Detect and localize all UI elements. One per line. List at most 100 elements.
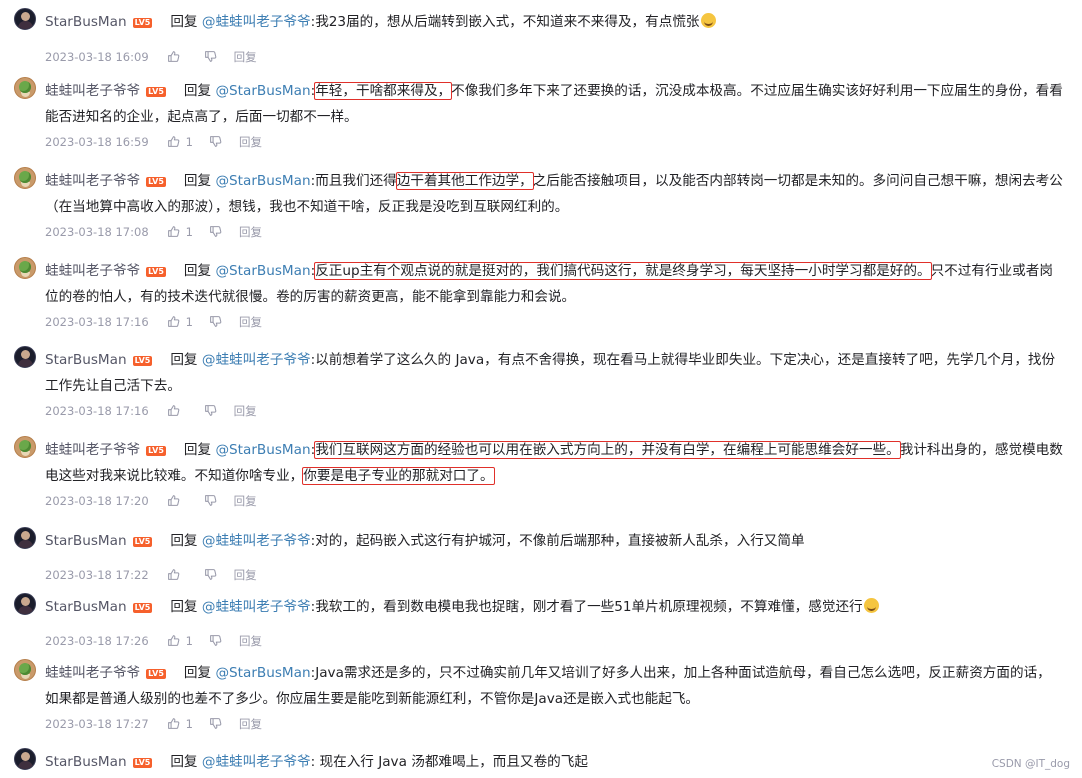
- reply-button[interactable]: 回复: [239, 633, 262, 649]
- username-link[interactable]: 蛙蛙叫老子爷爷: [45, 173, 140, 189]
- thumbs-down-icon[interactable]: [204, 50, 217, 63]
- reply-button[interactable]: 回复: [239, 314, 262, 330]
- user-avatar[interactable]: [14, 659, 36, 681]
- like-count: 1: [185, 314, 193, 329]
- thumbs-down-icon[interactable]: [204, 568, 217, 581]
- thumbs-up-icon[interactable]: [167, 634, 180, 647]
- thumbs-down-icon[interactable]: [209, 717, 222, 730]
- reply-label: 回复: [183, 173, 212, 189]
- user-avatar[interactable]: [14, 257, 36, 279]
- thumbs-up-icon[interactable]: [167, 50, 180, 63]
- mention-link[interactable]: @蛙蛙叫老子爷爷: [202, 352, 311, 368]
- username-link[interactable]: StarBusMan: [45, 599, 127, 615]
- comment-text-line: 蛙蛙叫老子爷爷 LV5 回复 @StarBusMan:而且我们还得边干着其他工作边学…: [45, 168, 1064, 220]
- reply-label: 回复: [170, 352, 198, 368]
- comment-meta: 2023-03-18 17:20 回复: [45, 492, 263, 508]
- highlighted-text: 你要是电子专业的那就对口了。: [302, 467, 495, 485]
- username-link[interactable]: 蛙蛙叫老子爷爷: [45, 83, 140, 99]
- csdn-watermark: CSDN @IT_dog: [991, 758, 1070, 770]
- reply-label: 回复: [183, 665, 212, 681]
- comment-text-line: 蛙蛙叫老子爷爷 LV5 回复 @StarBusMan:年轻，干啥都来得及，不像我们多…: [45, 78, 1064, 130]
- thumbs-down-icon[interactable]: [204, 494, 217, 507]
- reply-label: 回复: [183, 442, 212, 458]
- username-link[interactable]: StarBusMan: [45, 352, 127, 368]
- thumbs-up-icon[interactable]: [167, 568, 180, 581]
- user-avatar[interactable]: [14, 346, 36, 368]
- user-avatar[interactable]: [14, 8, 36, 30]
- reply-label: 回复: [183, 83, 212, 99]
- thumbs-up-icon[interactable]: [167, 494, 180, 507]
- comment-timestamp: 2023-03-18 17:08: [45, 224, 149, 239]
- mention-link[interactable]: @StarBusMan: [215, 263, 310, 279]
- thumbs-up-icon[interactable]: [167, 717, 180, 730]
- comment-text-line: StarBusMan LV5 回复 @蛙蛙叫老子爷爷:以前想着学了这么久的 Java…: [45, 347, 1064, 399]
- thumbs-down-icon[interactable]: [209, 135, 222, 148]
- mention-link[interactable]: @蛙蛙叫老子爷爷: [202, 599, 311, 615]
- mention-link[interactable]: @StarBusMan: [215, 665, 310, 681]
- highlighted-text: 我们互联网这方面的经验也可以用在嵌入式方向上的，并没有白学，在编程上可能思维会好…: [314, 441, 901, 459]
- reply-label: 回复: [170, 599, 198, 615]
- user-avatar[interactable]: [14, 436, 36, 458]
- thumbs-down-icon[interactable]: [209, 315, 222, 328]
- thumbs-up-icon[interactable]: [167, 225, 180, 238]
- highlighted-text: 年轻，干啥都来得及，: [314, 82, 453, 100]
- mention-link[interactable]: @蛙蛙叫老子爷爷: [202, 754, 311, 770]
- username-link[interactable]: StarBusMan: [45, 14, 127, 30]
- comment-meta: 2023-03-18 17:16 1 回复: [45, 313, 268, 329]
- comment-body-text: :对的，起码嵌入式这行有护城河，不像前后端那种，直接被新人乱杀，入行又简单: [310, 533, 805, 549]
- comment-body-text: :我软工的，看到数电模电我也捉瞎，刚才看了一些51单片机原理视频，不算难懂，感觉…: [310, 599, 863, 615]
- username-link[interactable]: 蛙蛙叫老子爷爷: [45, 263, 140, 279]
- comment-timestamp: 2023-03-18 17:27: [45, 716, 149, 731]
- mention-link[interactable]: @StarBusMan: [215, 442, 310, 458]
- reply-label: 回复: [170, 533, 198, 549]
- reply-button[interactable]: 回复: [239, 224, 262, 240]
- thumbs-down-icon[interactable]: [204, 404, 217, 417]
- thumbs-up-icon[interactable]: [167, 315, 180, 328]
- like-count: 1: [185, 716, 193, 731]
- thumbs-up-icon[interactable]: [167, 404, 180, 417]
- mention-link[interactable]: @StarBusMan: [215, 83, 310, 99]
- thumbs-up-icon[interactable]: [167, 135, 180, 148]
- username-link[interactable]: StarBusMan: [45, 533, 127, 549]
- user-avatar[interactable]: [14, 593, 36, 615]
- thumbs-down-icon[interactable]: [209, 634, 222, 647]
- comment-body-text: :我23届的，想从后端转到嵌入式，不知道来不来得及，有点慌张: [310, 14, 700, 30]
- level-badge: LV5: [146, 177, 166, 187]
- reply-button[interactable]: 回复: [234, 493, 257, 509]
- reply-label: 回复: [170, 14, 198, 30]
- comment-timestamp: 2023-03-18 17:16: [45, 314, 149, 329]
- mention-link[interactable]: @蛙蛙叫老子爷爷: [202, 14, 311, 30]
- comment-text-line: StarBusMan LV5 回复 @蛙蛙叫老子爷爷:我软工的，看到数电模电我也捉瞎…: [45, 594, 1064, 620]
- highlighted-text: 反正up主有个观点说的就是挺对的，我们搞代码这行，就是终身学习，每天坚持一小时学…: [314, 262, 932, 280]
- username-link[interactable]: 蛙蛙叫老子爷爷: [45, 442, 140, 458]
- reply-button[interactable]: 回复: [239, 134, 262, 150]
- level-badge: LV5: [132, 603, 153, 613]
- mention-link[interactable]: @StarBusMan: [215, 173, 310, 189]
- comment-timestamp: 2023-03-18 17:22: [45, 567, 149, 582]
- comment-text-line: StarBusMan LV5 回复 @蛙蛙叫老子爷爷:我23届的，想从后端转到嵌入式…: [45, 9, 1064, 35]
- comment-timestamp: 2023-03-18 16:59: [45, 134, 149, 149]
- reply-button[interactable]: 回复: [234, 49, 257, 65]
- laughing-emoji-icon: [863, 598, 879, 613]
- comment-meta: 2023-03-18 17:22 回复: [45, 566, 263, 582]
- user-avatar[interactable]: [14, 77, 36, 99]
- user-avatar[interactable]: [14, 167, 36, 189]
- mention-link[interactable]: @蛙蛙叫老子爷爷: [202, 533, 311, 549]
- like-count: 1: [185, 633, 193, 648]
- username-link[interactable]: StarBusMan: [45, 754, 127, 770]
- comment-timestamp: 2023-03-18 17:20: [45, 493, 149, 508]
- reply-button[interactable]: 回复: [234, 403, 257, 419]
- comment-timestamp: 2023-03-18 17:26: [45, 633, 149, 648]
- level-badge: LV5: [132, 356, 153, 366]
- comment-text-line: 蛙蛙叫老子爷爷 LV5 回复 @StarBusMan:Java需求还是多的，只不过确…: [45, 660, 1064, 712]
- comment-text-line: 蛙蛙叫老子爷爷 LV5 回复 @StarBusMan:我们互联网这方面的经验也可以用…: [45, 437, 1064, 489]
- reply-button[interactable]: 回复: [239, 716, 262, 732]
- user-avatar[interactable]: [14, 748, 36, 770]
- username-link[interactable]: 蛙蛙叫老子爷爷: [45, 665, 140, 681]
- level-badge: LV5: [146, 669, 166, 679]
- reply-label: 回复: [170, 754, 198, 770]
- user-avatar[interactable]: [14, 527, 36, 549]
- reply-button[interactable]: 回复: [234, 567, 257, 583]
- thumbs-down-icon[interactable]: [209, 225, 222, 238]
- comment-meta: 2023-03-18 17:27 1 回复: [45, 715, 268, 731]
